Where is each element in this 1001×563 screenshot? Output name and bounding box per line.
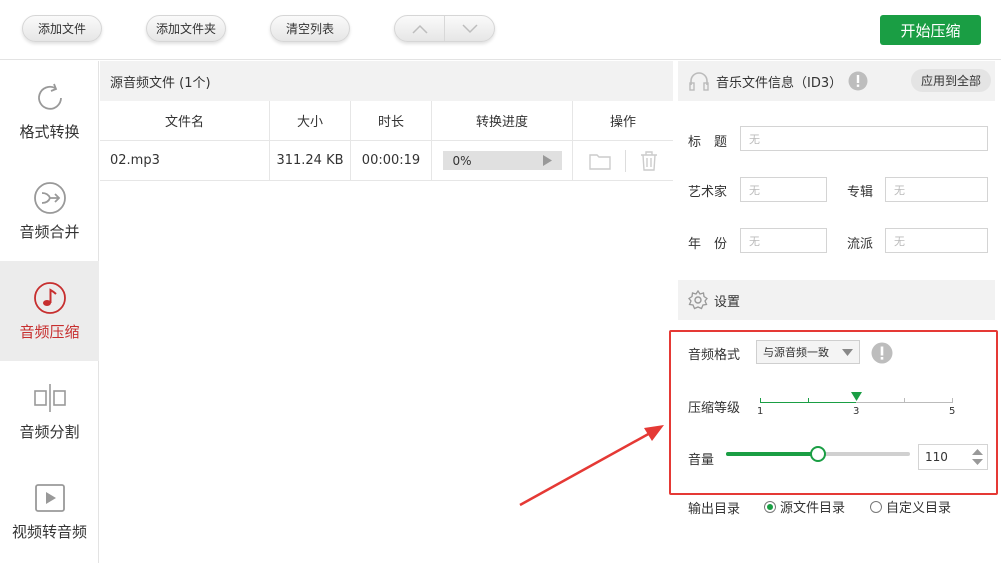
- annotation-arrow-icon: [519, 425, 664, 507]
